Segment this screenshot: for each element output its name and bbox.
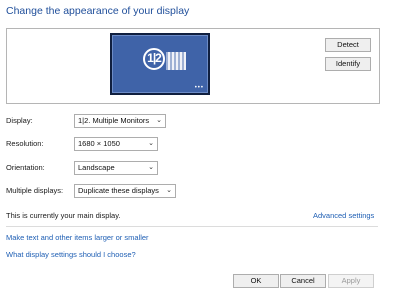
more-dots-icon: ••• [194, 85, 204, 91]
orientation-select[interactable]: Landscape ⌄ [74, 161, 158, 175]
main-display-info: This is currently your main display. [6, 211, 121, 220]
multiple-displays-select[interactable]: Duplicate these displays ⌄ [74, 184, 176, 198]
chevron-down-icon: ⌄ [166, 187, 172, 194]
resolution-select-value: 1680 × 1050 [78, 139, 120, 148]
display-select-value: 1|2. Multiple Monitors [78, 116, 150, 125]
advanced-settings-link[interactable]: Advanced settings [313, 211, 374, 220]
ok-button[interactable]: OK [233, 274, 279, 288]
chevron-down-icon: ⌄ [156, 117, 162, 124]
page-title: Change the appearance of your display [6, 5, 190, 17]
resolution-label: Resolution: [6, 139, 44, 148]
display-settings-help-link[interactable]: What display settings should I choose? [6, 250, 136, 259]
identify-button[interactable]: Identify [325, 57, 371, 71]
cancel-button[interactable]: Cancel [280, 274, 326, 288]
text-size-link[interactable]: Make text and other items larger or smal… [6, 233, 149, 242]
display-label: Display: [6, 116, 33, 125]
display-tile-icon [166, 52, 186, 70]
multiple-displays-label: Multiple displays: [6, 186, 64, 195]
chevron-down-icon: ⌄ [148, 164, 154, 171]
display-select[interactable]: 1|2. Multiple Monitors ⌄ [74, 114, 166, 128]
monitor-1-2-preview[interactable]: 1|2 ••• [110, 33, 210, 95]
detect-button[interactable]: Detect [325, 38, 371, 52]
resolution-select[interactable]: 1680 × 1050 ⌄ [74, 137, 158, 151]
multiple-displays-select-value: Duplicate these displays [78, 186, 159, 195]
display-preview-box: 1|2 ••• Detect Identify [6, 28, 380, 104]
chevron-down-icon: ⌄ [148, 140, 154, 147]
apply-button[interactable]: Apply [328, 274, 374, 288]
orientation-select-value: Landscape [78, 163, 115, 172]
divider [6, 226, 378, 227]
orientation-label: Orientation: [6, 163, 45, 172]
monitor-badge: 1|2 [143, 48, 165, 70]
